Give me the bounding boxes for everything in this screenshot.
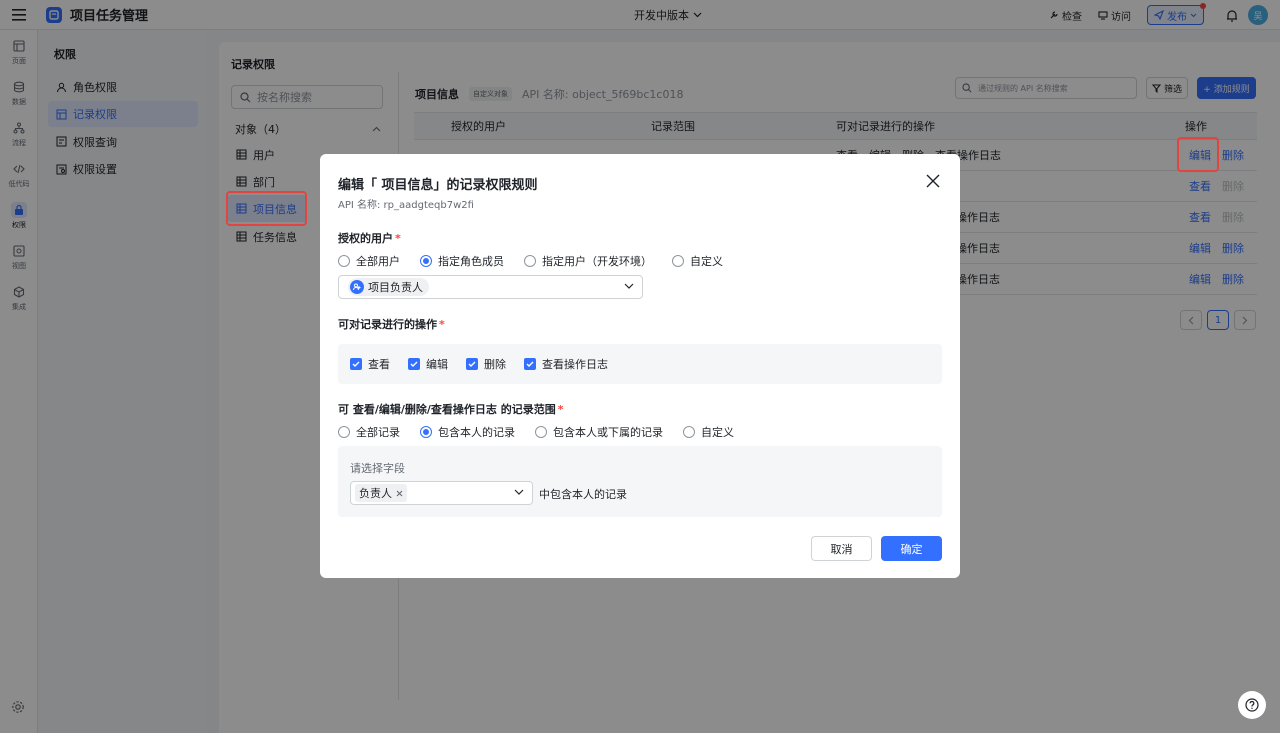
radio-all-users[interactable]: 全部用户 <box>338 253 400 269</box>
field-select[interactable]: 负责人 <box>350 481 533 505</box>
scope-section-label: 可 查看/编辑/删除/查看操作日志 的记录范围 * <box>338 403 564 416</box>
radio-own-or-sub-records[interactable]: 包含本人或下属的记录 <box>535 424 663 440</box>
users-radio-group: 全部用户 指定角色成员 指定用户（开发环境） 自定义 <box>338 253 743 269</box>
field-chip: 负责人 <box>355 484 407 502</box>
dialog-api-name: API 名称: rp_aadgteqb7w2fi <box>338 200 474 211</box>
close-icon[interactable] <box>396 490 403 497</box>
role-icon <box>350 280 364 294</box>
cancel-button[interactable]: 取消 <box>811 536 872 561</box>
field-suffix-text: 中包含本人的记录 <box>539 488 627 501</box>
edit-rule-dialog: 编辑「 项目信息」的记录权限规则 API 名称: rp_aadgteqb7w2f… <box>320 154 960 578</box>
radio-own-records[interactable]: 包含本人的记录 <box>420 424 515 440</box>
dialog-title: 编辑「 项目信息」的记录权限规则 <box>338 178 538 193</box>
radio-custom-records[interactable]: 自定义 <box>683 424 734 440</box>
checkbox-view-log[interactable]: 查看操作日志 <box>524 356 608 372</box>
field-condition-box: 请选择字段 负责人 中包含本人的记录 <box>338 446 942 517</box>
scope-radio-group: 全部记录 包含本人的记录 包含本人或下属的记录 自定义 <box>338 424 754 440</box>
chevron-down-icon <box>514 489 524 495</box>
radio-role-members[interactable]: 指定角色成员 <box>420 253 504 269</box>
checkbox-view[interactable]: 查看 <box>350 356 390 372</box>
checkbox-delete[interactable]: 删除 <box>466 356 506 372</box>
help-icon[interactable] <box>1238 691 1266 719</box>
ops-checkbox-group: 查看 编辑 删除 查看操作日志 <box>338 344 942 384</box>
radio-specific-users[interactable]: 指定用户（开发环境） <box>524 253 652 269</box>
chevron-down-icon <box>624 283 634 289</box>
role-chip: 项目负责人 <box>348 278 429 296</box>
radio-custom-users[interactable]: 自定义 <box>672 253 723 269</box>
ops-section-label: 可对记录进行的操作 * <box>338 318 445 331</box>
field-select-label: 请选择字段 <box>350 462 405 475</box>
radio-all-records[interactable]: 全部记录 <box>338 424 400 440</box>
users-section-label: 授权的用户 * <box>338 232 401 245</box>
checkbox-edit[interactable]: 编辑 <box>408 356 448 372</box>
role-select[interactable]: 项目负责人 <box>338 275 643 299</box>
confirm-button[interactable]: 确定 <box>881 536 942 561</box>
close-icon[interactable] <box>926 174 940 188</box>
